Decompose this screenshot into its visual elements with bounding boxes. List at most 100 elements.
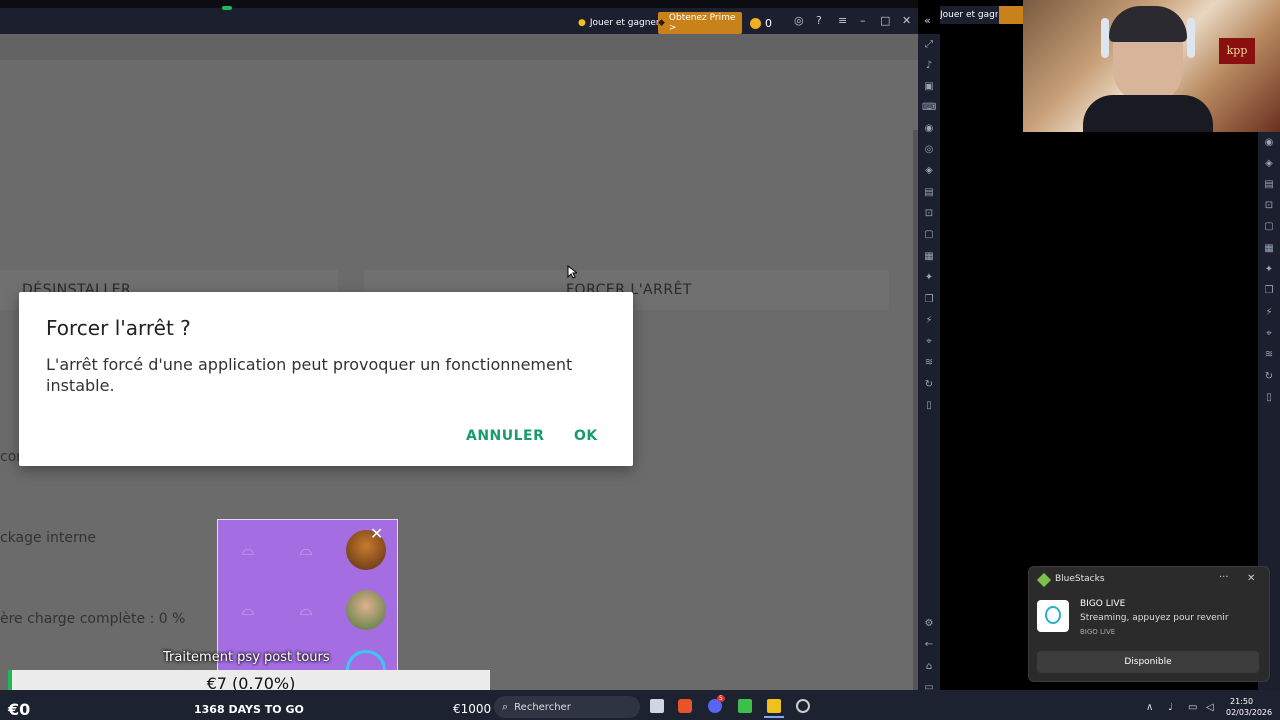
second-multi-instance-icon[interactable]: ❐ [1262,284,1276,298]
popup-close-icon[interactable]: ✕ [370,524,383,543]
gamepad-icon: ● [578,18,586,28]
eco-mode-icon[interactable]: ⚡ [922,314,936,328]
days-to-go-label: 1368 DAYS TO GO [194,703,304,716]
coin-icon [750,17,761,29]
get-prime-button[interactable]: ◆ Obtenez Prime > [658,12,742,34]
bluestacks-logo-icon [1036,572,1052,588]
macro-icon[interactable]: ◎ [922,143,936,157]
second-sidebar-icon[interactable]: ▯ [1262,391,1276,405]
sync-icon[interactable]: ↻ [922,378,936,392]
second-controls-icon[interactable]: ◈ [1262,157,1276,171]
second-screenshot-icon[interactable]: ⊡ [1262,199,1276,213]
shake-icon[interactable]: ✦ [922,271,936,285]
titlebar-tabstrip [0,0,918,8]
bluestacks-taskbar-icon[interactable] [767,699,781,713]
second-shake-icon[interactable]: ✦ [1262,263,1276,277]
android-app-header [0,34,918,60]
dialog-message: L'arrêt forcé d'une application peut pro… [46,355,573,395]
screen-record-icon[interactable]: ▢ [922,228,936,242]
play-earn-button[interactable]: ● Jouer et gagner [578,12,660,34]
collapse-sidebar-icon[interactable]: « [924,14,931,27]
bigo-live-icon [1037,600,1069,632]
second-sync-icon[interactable]: ↻ [1262,370,1276,384]
loading-spinner [346,650,386,670]
painting-hat-text: kpp [1219,38,1255,64]
battery-label: ère charge complète : 0 % [0,611,186,627]
goal-label: €1000 [453,702,492,716]
stream-caption: Traitement psy post tours [163,650,330,665]
search-icon: ⌕ [502,700,509,713]
second-gallery-icon[interactable]: ▦ [1262,242,1276,256]
storage-label: ckage interne [0,530,96,546]
notification-app-name: BlueStacks [1055,574,1105,584]
sidebar-icon[interactable]: ▯ [922,399,936,413]
cancel-button[interactable]: ANNULER [466,428,544,444]
ok-button[interactable]: OK [574,428,598,444]
diamond-icon: ◆ [658,18,665,28]
brave-browser-icon[interactable] [678,699,692,713]
apk-icon[interactable]: ▤ [922,186,936,200]
sofa-icon: ⌓ [299,600,313,619]
gear-icon[interactable]: ⚙ [922,617,936,631]
windows-taskbar [0,690,1280,720]
mouse-cursor-icon [567,265,577,279]
notification-source: BIGO LIVE [1080,628,1116,636]
bigo-logo-shape [1045,606,1061,624]
sofa-icon: ⌓ [241,540,255,559]
media-icon[interactable]: ▣ [922,80,936,94]
notification-action-button[interactable]: Disponible [1037,651,1259,673]
minimize-icon[interactable]: – [860,14,866,27]
game-controls-icon[interactable]: ◈ [922,164,936,178]
streamer-shirt [1083,95,1213,132]
headset-left [1101,18,1109,58]
multi-instance-icon[interactable]: ❐ [922,293,936,307]
fullscreen-icon[interactable]: ⤢ [922,38,936,52]
headset-right [1187,18,1195,58]
network-icon[interactable]: ▭ [1188,702,1197,713]
webcam-feed: kpp [1023,0,1280,132]
keyboard-icon[interactable]: ⌨ [922,101,936,115]
file-explorer-icon[interactable] [650,699,664,713]
balance-label: €0 [8,700,31,719]
chevron-up-icon[interactable]: ∧ [1146,702,1153,713]
back-icon[interactable]: ← [922,638,936,652]
second-prime-button[interactable] [999,6,1023,24]
app-icon[interactable] [796,699,810,713]
second-screen-record-icon[interactable]: ▢ [1262,220,1276,234]
account-icon[interactable]: ◎ [794,14,804,27]
force-stop-dialog: Forcer l'arrêt ? L'arrêt forcé d'une app… [19,292,633,466]
notification-close-icon[interactable]: ✕ [1247,573,1255,584]
gallery-icon[interactable]: ▦ [922,250,936,264]
taskbar-search[interactable]: ⌕ Rechercher [494,696,640,718]
home-icon[interactable]: ⌂ [922,660,936,674]
spreadsheet-icon[interactable] [738,699,752,713]
screenshot-icon[interactable]: ⊡ [922,207,936,221]
avatar-woman[interactable] [346,590,386,630]
notification-title: BIGO LIVE [1080,599,1126,609]
second-layers-icon[interactable]: ≋ [1262,348,1276,362]
active-app-indicator [764,716,784,718]
clock-date[interactable]: 02/03/2026 [1226,708,1272,717]
second-record-icon[interactable]: ◉ [1262,136,1276,150]
close-window-icon[interactable]: ✕ [902,14,911,27]
second-eco-icon[interactable]: ⚡ [1262,306,1276,320]
help-icon[interactable]: ? [816,14,822,27]
menu-icon[interactable]: ≡ [838,14,847,27]
maximize-icon[interactable]: □ [880,14,890,27]
volume-icon[interactable]: ♪ [922,59,936,73]
second-location-icon[interactable]: ⌖ [1262,327,1276,341]
coins-counter[interactable]: 0 [750,12,772,34]
streamer-cap [1109,6,1187,42]
layers-icon[interactable]: ≋ [922,356,936,370]
second-apk-icon[interactable]: ▤ [1262,178,1276,192]
second-play-earn-label[interactable]: Jouer et gagner [940,10,998,20]
location-icon[interactable]: ⌖ [922,335,936,349]
clock-time[interactable]: 21:50 [1230,697,1253,706]
notification-more-icon[interactable]: ··· [1219,572,1229,583]
speaker-icon[interactable]: ◁ [1206,702,1214,713]
bluestacks-notification[interactable]: BlueStacks ··· ✕ BIGO LIVE Streaming, ap… [1028,566,1270,682]
record-icon[interactable]: ◉ [922,122,936,136]
microphone-icon[interactable]: ♩ [1168,702,1173,713]
discord-badge: 5 [717,695,725,702]
sofa-icon: ⌓ [241,600,255,619]
